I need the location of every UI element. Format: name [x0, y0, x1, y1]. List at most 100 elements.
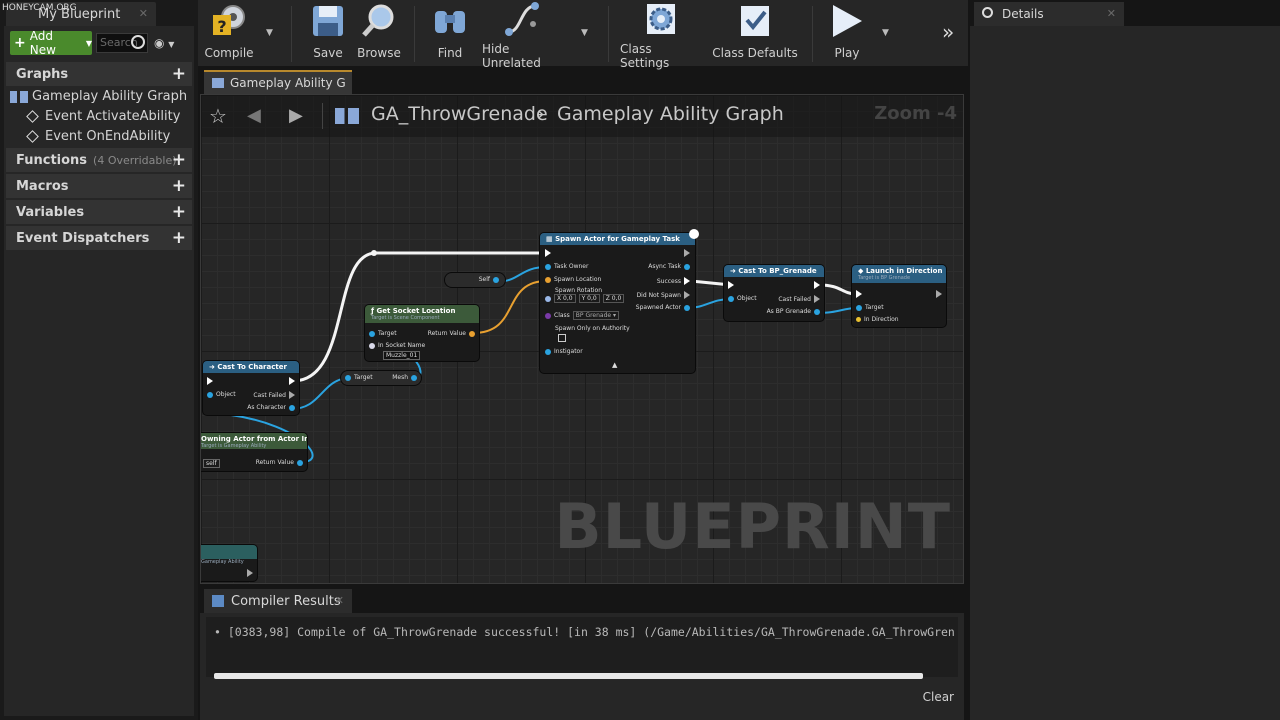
exec-out-pin-icon[interactable] [684, 249, 690, 257]
cast-char-exec-out-icon[interactable] [289, 377, 295, 385]
save-button[interactable]: Save [306, 0, 350, 66]
view-options-eye-icon[interactable]: ◉ ▼ [154, 36, 174, 50]
launch-direction-pin-icon[interactable] [856, 317, 861, 322]
play-options-chevron-icon[interactable]: ▼ [882, 28, 889, 38]
as-bp-grenade-pin-icon[interactable] [814, 308, 820, 315]
expand-arrow-icon[interactable]: ▲ [612, 361, 617, 369]
compiler-horizontal-scrollbar[interactable] [214, 673, 923, 679]
event-label: Event ActivateAbility [45, 109, 181, 124]
owning-actor-node[interactable]: Owning Actor from Actor Info Target is G… [201, 433, 307, 471]
hide-unrelated-button[interactable]: Hide Unrelated [482, 0, 564, 70]
event-dispatchers-category[interactable]: Event Dispatchers + [6, 226, 192, 250]
task-owner-pin-icon[interactable] [545, 263, 551, 270]
toolbar-overflow-icon[interactable]: » [942, 20, 954, 44]
instigator-pin-icon[interactable] [545, 348, 551, 355]
socket-target-pin-icon[interactable] [369, 330, 375, 337]
class-label: Class [554, 312, 570, 319]
add-macro-plus-icon[interactable]: + [172, 176, 186, 196]
launch-exec-in-icon[interactable] [856, 290, 862, 298]
add-graph-plus-icon[interactable]: + [172, 64, 186, 84]
blueprint-graph-canvas[interactable]: ☆ ◀ ▶ GA_ThrowGrenade › Gameplay Ability… [200, 94, 964, 584]
partial-exec-out-icon[interactable] [247, 569, 253, 577]
instigator-label: Instigator [554, 348, 583, 355]
cast-grenade-object-label: Object [737, 295, 757, 302]
hide-unrelated-options-chevron-icon[interactable]: ▼ [581, 28, 588, 38]
rotation-y-field[interactable]: Y 0,0 [578, 294, 600, 303]
launch-exec-out-icon[interactable] [936, 290, 942, 298]
mesh-out-pin-icon[interactable] [411, 374, 417, 381]
close-icon[interactable]: ✕ [139, 7, 148, 20]
socket-name-pin-icon[interactable] [369, 342, 375, 349]
details-tab[interactable]: Details ✕ [974, 2, 1124, 26]
launch-target-pin-icon[interactable] [856, 304, 862, 311]
owning-return-pin-icon[interactable] [297, 459, 303, 466]
play-button[interactable]: Play [824, 0, 870, 66]
add-new-button[interactable]: + Add New ▼ [10, 29, 92, 57]
success-pin-icon[interactable] [684, 277, 690, 285]
rotation-x-field[interactable]: X 0,0 [554, 294, 576, 303]
clear-button[interactable]: Clear [923, 690, 954, 704]
cast-char-exec-in-icon[interactable] [207, 377, 213, 385]
mesh-target-pin-icon[interactable] [345, 374, 351, 381]
did-not-spawn-label: Did Not Spawn [636, 291, 681, 299]
browse-button[interactable]: Browse [356, 0, 402, 66]
cast-grenade-failed-pin-icon[interactable] [814, 295, 820, 303]
spawn-actor-header: ▦ Spawn Actor for Gameplay Task [540, 233, 695, 245]
graphs-category[interactable]: Graphs + [6, 62, 192, 86]
socket-header: ƒ Get Socket Location Target is Scene Co… [365, 305, 479, 323]
find-button[interactable]: Find [428, 0, 472, 66]
compiler-results-tab[interactable]: Compiler Results ✕ [204, 589, 352, 613]
owning-target-input[interactable]: self [203, 459, 220, 468]
socket-return-pin-icon[interactable] [469, 330, 475, 337]
add-dispatcher-plus-icon[interactable]: + [172, 228, 186, 248]
variables-category[interactable]: Variables + [6, 200, 192, 224]
compile-button[interactable]: ? Compile [204, 0, 254, 66]
graph-tab[interactable]: Gameplay Ability G [204, 70, 352, 94]
partial-node[interactable]: Gameplay Ability [201, 545, 257, 581]
compiler-icon [212, 595, 224, 607]
get-socket-location-node[interactable]: ƒ Get Socket Location Target is Scene Co… [365, 305, 479, 361]
spawn-location-pin-icon[interactable] [545, 276, 551, 283]
close-icon[interactable]: ✕ [1107, 7, 1116, 20]
async-task-pin-icon[interactable] [684, 263, 690, 270]
class-settings-button[interactable]: Class Settings [620, 0, 702, 70]
spawn-actor-node[interactable]: ▦ Spawn Actor for Gameplay Task Task Own… [540, 229, 699, 373]
spawned-actor-pin-icon[interactable] [684, 304, 690, 311]
exec-in-pin-icon[interactable] [545, 249, 551, 257]
self-pin-icon[interactable] [493, 276, 499, 283]
close-icon[interactable]: ✕ [335, 594, 344, 607]
class-pin-icon[interactable] [545, 312, 551, 319]
search-input[interactable]: Search [96, 33, 148, 53]
compile-options-chevron-icon[interactable]: ▼ [266, 28, 273, 38]
macros-category[interactable]: Macros + [6, 174, 192, 198]
cast-grenade-exec-out-icon[interactable] [814, 281, 820, 289]
add-function-plus-icon[interactable]: + [172, 150, 186, 170]
launch-in-direction-node[interactable]: ◆ Launch in Direction Target is BP Grena… [852, 265, 946, 327]
class-defaults-button[interactable]: Class Defaults [712, 0, 798, 66]
cast-char-failed-pin-icon[interactable] [289, 391, 295, 399]
socket-name-input[interactable]: Muzzle_01 [383, 351, 421, 360]
self-label: Self [478, 276, 490, 283]
spawn-rotation-pin-icon[interactable] [545, 295, 551, 302]
cast-grenade-object-pin-icon[interactable] [728, 295, 734, 302]
cast-to-grenade-node[interactable]: ➜ Cast To BP_Grenade Object Cast Failed … [724, 265, 824, 321]
functions-category[interactable]: Functions (4 Overridable) + [6, 148, 192, 172]
socket-return-label: Return Value [427, 330, 466, 337]
rotation-z-field[interactable]: Z 0,0 [602, 294, 625, 303]
class-dropdown[interactable]: BP Grenade ▾ [572, 311, 620, 320]
tree-item-event-activate[interactable]: Event ActivateAbility [26, 109, 181, 124]
tree-item-event-end[interactable]: Event OnEndAbility [26, 129, 170, 144]
tree-item-gameplay-ability-graph[interactable]: Gameplay Ability Graph [10, 89, 187, 104]
exec-wire [818, 283, 856, 296]
class-defaults-label: Class Defaults [712, 46, 798, 60]
authority-checkbox[interactable] [558, 334, 566, 342]
cast-to-character-node[interactable]: ➜ Cast To Character Object Cast Failed A… [203, 361, 299, 415]
did-not-spawn-pin-icon[interactable] [684, 291, 690, 299]
self-node[interactable]: Self [445, 273, 505, 287]
honeycam-watermark: HONEYCAM.ORG [2, 3, 77, 13]
add-variable-plus-icon[interactable]: + [172, 202, 186, 222]
cast-grenade-exec-in-icon[interactable] [728, 281, 734, 289]
as-character-pin-icon[interactable] [289, 404, 295, 411]
mesh-getter-node[interactable]: Target Mesh [341, 371, 421, 385]
cast-char-object-pin-icon[interactable] [207, 391, 213, 398]
